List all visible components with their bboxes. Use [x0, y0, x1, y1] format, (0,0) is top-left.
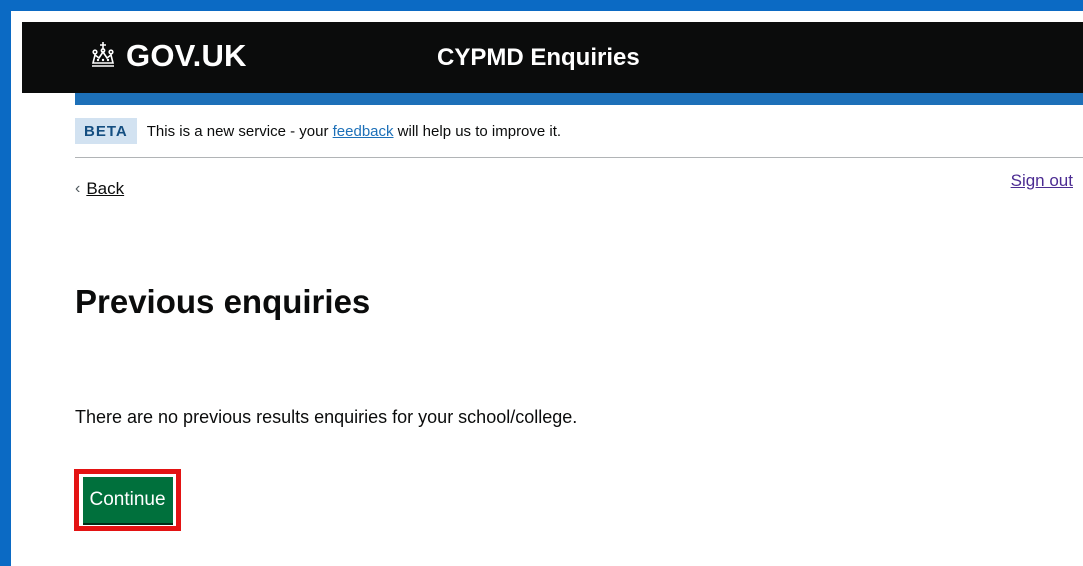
page-title: Previous enquiries: [75, 283, 371, 320]
feedback-link[interactable]: feedback: [333, 123, 394, 140]
service-name[interactable]: CYPMD Enquiries: [437, 44, 640, 72]
screenshot-frame: GOV.UK CYPMD Enquiries BETA This is a ne…: [0, 0, 1083, 566]
logo-text: GOV.UK: [126, 38, 247, 73]
back-link-label: Back: [86, 179, 125, 198]
phase-banner: BETA This is a new service - your feedba…: [75, 105, 1083, 158]
back-link[interactable]: ‹ Back: [75, 179, 124, 199]
beta-tag: BETA: [75, 118, 137, 144]
header-accent-bar: [75, 93, 1083, 105]
chevron-left-icon: ‹: [75, 180, 81, 197]
sign-out-link[interactable]: Sign out: [1011, 171, 1073, 191]
phase-banner-text: This is a new service - your feedback wi…: [147, 123, 561, 140]
crown-icon: [91, 42, 115, 67]
govuk-logo-link[interactable]: GOV.UK: [86, 38, 247, 74]
phase-text-before: This is a new service - your: [146, 122, 333, 140]
no-enquiries-message: There are no previous results enquiries …: [75, 407, 578, 427]
phase-text-after: will help us to improve it.: [393, 122, 562, 140]
continue-button[interactable]: Continue: [82, 477, 173, 523]
continue-button-highlight: Continue: [74, 469, 181, 531]
gov-header: GOV.UK CYPMD Enquiries: [22, 22, 1083, 93]
